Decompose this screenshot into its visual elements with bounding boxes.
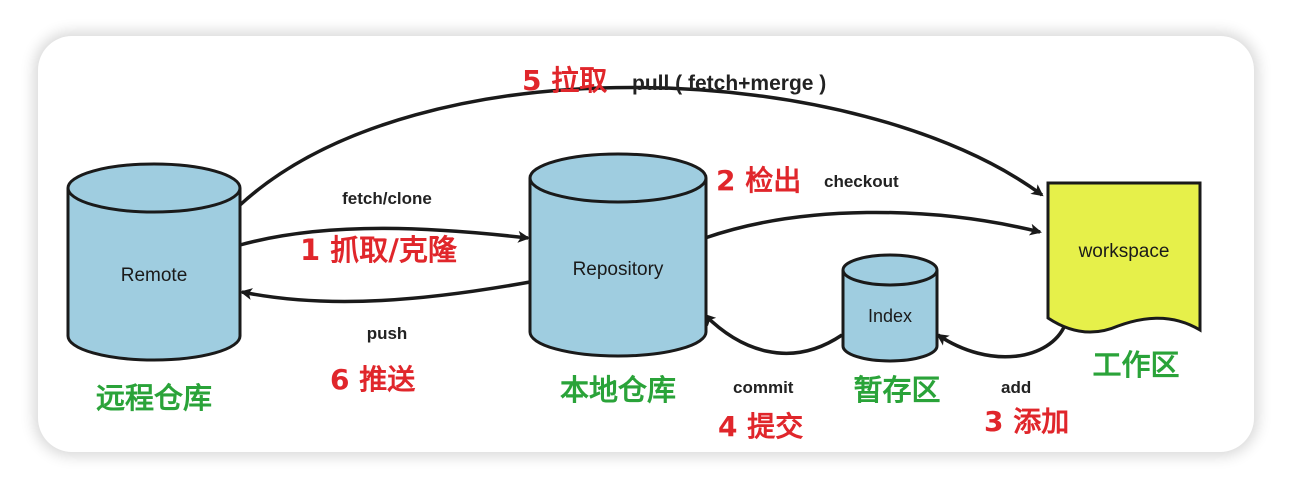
repository-cylinder: Repository: [528, 152, 708, 358]
step-checkout-number-label: 2 检出: [716, 164, 801, 197]
add-arrow: [936, 324, 1067, 359]
index-cylinder: Index: [841, 253, 939, 363]
step-push-command: push: [367, 324, 408, 343]
checkout-arrow: [704, 210, 1042, 240]
repository-caption: 本地仓库: [560, 373, 676, 407]
step-commit-number-label: 4 提交: [718, 410, 803, 443]
index-caption: 暂存区: [853, 373, 940, 407]
step-fetch-number-label: 1 抓取/克隆: [300, 233, 458, 267]
repository-label: Repository: [573, 259, 664, 280]
remote-label: Remote: [121, 265, 188, 286]
step-fetch-command: fetch/clone: [342, 189, 432, 208]
workspace-caption: 工作区: [1092, 348, 1179, 382]
workspace-label: workspace: [1078, 241, 1170, 262]
push-arrow: [240, 280, 531, 304]
index-label: Index: [868, 306, 912, 326]
step-commit-command: commit: [733, 378, 794, 397]
git-workflow-diagram: Remote Repository Index workspace 5 拉取 p…: [66, 64, 1202, 443]
step-checkout-command: checkout: [824, 172, 899, 191]
step-add-command: add: [1001, 378, 1031, 397]
step-pull-number-label: 5 拉取: [522, 64, 607, 97]
remote-caption: 远程仓库: [96, 381, 212, 415]
commit-arrow: [703, 313, 843, 356]
step-pull-command: pull ( fetch+merge ): [632, 72, 826, 95]
step-add-number-label: 3 添加: [984, 405, 1069, 438]
remote-cylinder: Remote: [66, 162, 242, 362]
workspace-document: workspace: [1046, 181, 1202, 334]
step-push-number-label: 6 推送: [330, 363, 415, 396]
